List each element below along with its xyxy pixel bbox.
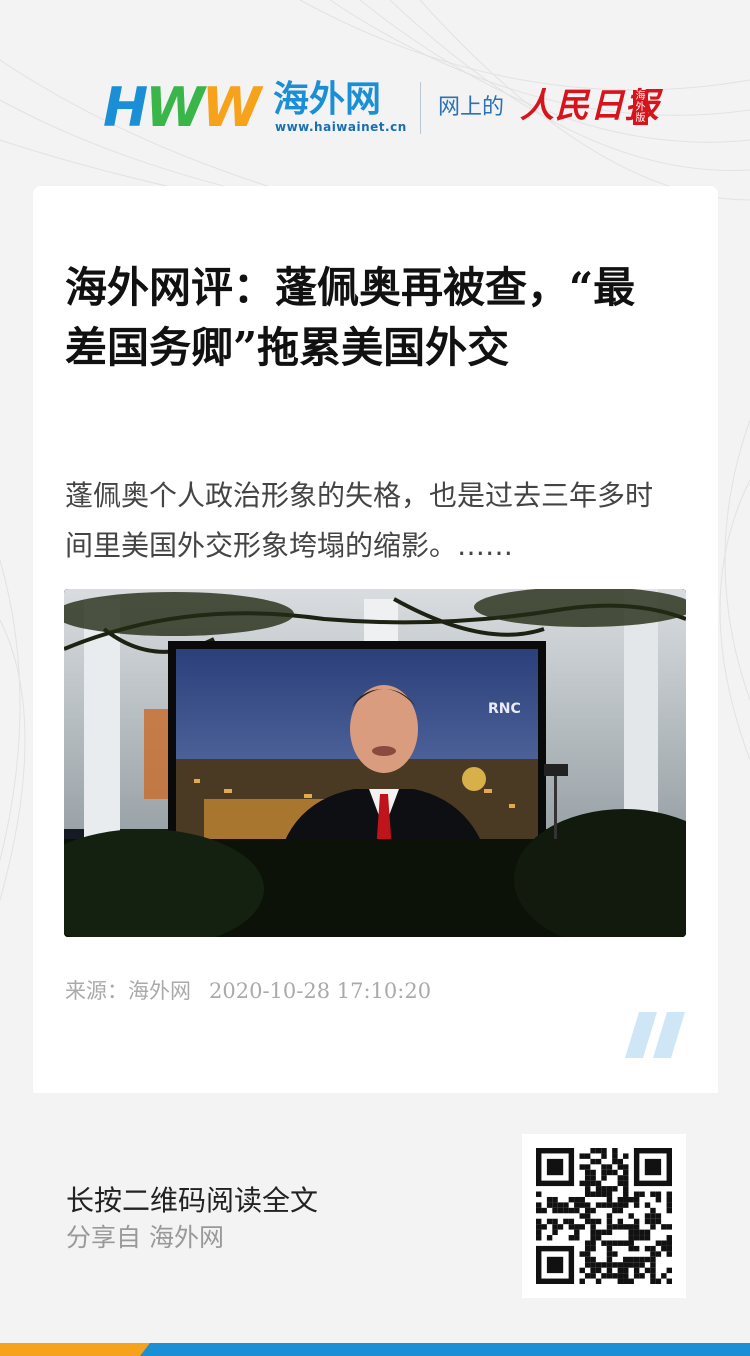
article-source: 来源：海外网 [65,979,191,1003]
screen-label: RNC [488,701,521,717]
article-image: RNC [64,589,686,937]
article-timestamp: 2020-10-28 17:10:20 [209,979,432,1003]
haiwainet-logo[interactable]: HWW 海外网 www.haiwainet.cn [103,76,406,139]
header-divider [420,82,421,134]
slogan: 网上的 [438,95,505,120]
logo-mark: HWW [103,76,261,139]
qr-code-icon [536,1148,672,1284]
footer: 长按二维码阅读全文 分享自 海外网 [0,1093,750,1343]
header: HWW 海外网 www.haiwainet.cn 网上的 人民日报 海外版 [0,0,750,185]
bottom-accent-bar [0,1343,750,1356]
article-meta: 来源：海外网 2020-10-28 17:10:20 [65,976,431,1006]
qr-code[interactable] [522,1134,686,1298]
share-source: 分享自 海外网 [66,1223,224,1252]
logo-url: www.haiwainet.cn [275,120,407,134]
logo-name: 海外网 [273,78,382,120]
edition-tag: 海外版 [633,90,648,125]
article-card[interactable]: 海外网评：蓬佩奥再被查，“最差国务卿”拖累美国外交 蓬佩奥个人政治形象的失格，也… [33,186,718,1093]
read-full-prompt: 长按二维码阅读全文 [66,1184,319,1217]
decorative-slash-icon [625,1012,685,1058]
article-title: 海外网评：蓬佩奥再被查，“最差国务卿”拖累美国外交 [65,263,636,372]
article-summary: 蓬佩奥个人政治形象的失格，也是过去三年多时间里美国外交形象垮塌的缩影。…… [65,479,654,562]
